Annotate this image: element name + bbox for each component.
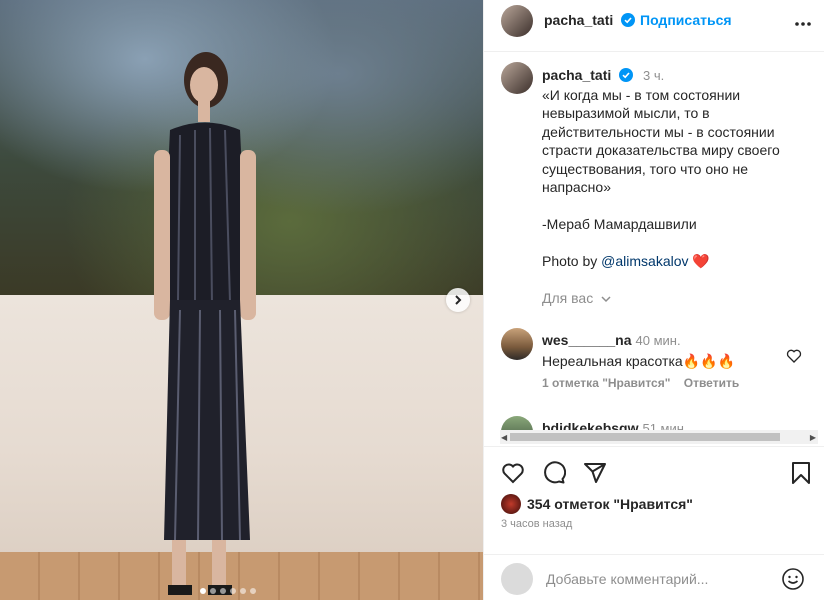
scrollbar-thumb[interactable] [510, 433, 780, 441]
author-avatar[interactable] [501, 5, 533, 37]
carousel-dot [210, 588, 216, 594]
chevron-right-icon [455, 295, 462, 305]
reply-button[interactable]: Ответить [684, 376, 739, 390]
follow-button[interactable]: Подписаться [640, 12, 732, 28]
caption-text: «И когда мы - в том состоянии невыразимо… [542, 86, 780, 270]
caption-avatar[interactable] [501, 62, 533, 94]
caption-time[interactable]: 3 ч. [643, 68, 664, 83]
verified-badge-icon [619, 68, 634, 82]
carousel-dot [240, 588, 246, 594]
bookmark-icon[interactable] [790, 461, 812, 485]
post-sidebar: pacha_tati Подписаться pacha_tati 3 ч. «… [483, 0, 824, 600]
post-photo[interactable] [0, 0, 483, 600]
more-horizontal-icon[interactable] [793, 14, 813, 34]
post-modal: pacha_tati Подписаться pacha_tati 3 ч. «… [0, 0, 824, 600]
model-figure [140, 40, 270, 600]
carousel-next-button[interactable] [446, 288, 470, 312]
comment-text: Нереальная красотка🔥🔥🔥 [542, 353, 735, 369]
author-username-text[interactable]: pacha_tati [544, 12, 613, 28]
carousel-dot [250, 588, 256, 594]
caption-body: pacha_tati 3 ч. «И когда мы - в том сост… [542, 66, 787, 271]
caption-mention[interactable]: @alimsakalov [601, 253, 688, 269]
carousel-dot [230, 588, 236, 594]
verified-badge-icon [621, 13, 636, 27]
comment-icon[interactable] [542, 461, 566, 485]
chevron-down-icon [601, 296, 611, 303]
comment-body: wes______na 40 мин. Нереальная красотка🔥🔥… [542, 330, 772, 371]
current-user-avatar [501, 563, 533, 595]
for-you-label: Для вас [542, 290, 594, 306]
post-header: pacha_tati Подписаться [484, 0, 824, 52]
scroll-right-arrow[interactable]: ▶ [810, 433, 816, 442]
comment-likes-count[interactable]: 1 отметка "Нравится" [542, 376, 670, 390]
likes-text: 354 отметок "Нравится" [527, 496, 693, 512]
smile-icon[interactable] [781, 567, 805, 591]
scroll-left-arrow[interactable]: ◀ [501, 433, 507, 442]
likes-count[interactable]: 354 отметок "Нравится" [501, 494, 693, 514]
commenter-username[interactable]: wes______na [542, 332, 632, 348]
paper-plane-icon[interactable] [583, 461, 607, 485]
carousel-dot [220, 588, 226, 594]
carousel-dot [200, 588, 206, 594]
heart-icon[interactable] [786, 348, 802, 364]
add-comment-bar [484, 554, 824, 600]
for-you-dropdown[interactable]: Для вас [542, 290, 612, 306]
carousel-dots [200, 588, 256, 594]
comment-time[interactable]: 40 мин. [636, 333, 681, 348]
commenter-avatar[interactable] [501, 328, 533, 360]
comment-meta: 1 отметка "Нравится" Ответить [542, 376, 749, 390]
heart-icon[interactable] [501, 461, 525, 485]
comments-scroll-area[interactable]: pacha_tati 3 ч. «И когда мы - в том сост… [484, 52, 824, 444]
comment-input[interactable] [544, 567, 778, 591]
caption-heart-emoji: ❤️ [692, 253, 710, 269]
post-timestamp[interactable]: 3 часов назад [501, 518, 572, 530]
author-username[interactable]: pacha_tati [544, 12, 636, 28]
horizontal-scrollbar[interactable]: ◀ ▶ [500, 430, 818, 444]
caption-username[interactable]: pacha_tati [542, 67, 611, 83]
liker-avatar [501, 494, 521, 514]
